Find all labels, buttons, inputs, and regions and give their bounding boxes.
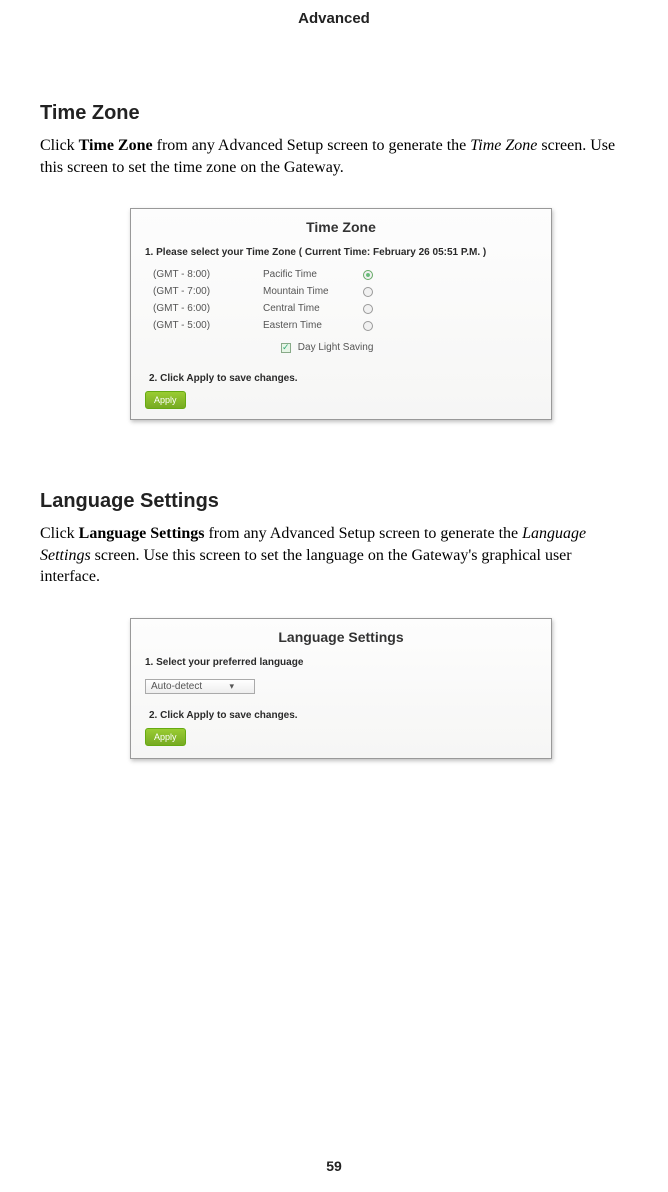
panel-title: Time Zone <box>131 209 551 243</box>
timezone-row: (GMT - 8:00) Pacific Time <box>131 266 551 283</box>
language-select[interactable]: Auto-detect ▾ <box>145 679 255 694</box>
panel-title: Language Settings <box>131 619 551 653</box>
language-settings-panel: Language Settings 1. Select your preferr… <box>130 618 552 759</box>
page-content: Time Zone Click Time Zone from any Advan… <box>0 102 668 759</box>
time-zone-step2: 2. Click Apply to save changes. <box>131 363 551 390</box>
apply-button[interactable]: Apply <box>145 728 186 746</box>
timezone-row: (GMT - 6:00) Central Time <box>131 300 551 317</box>
timezone-gmt: (GMT - 5:00) <box>153 320 263 331</box>
timezone-label: Central Time <box>263 303 363 314</box>
time-zone-heading: Time Zone <box>40 102 628 125</box>
daylight-checkbox[interactable] <box>281 343 291 353</box>
timezone-gmt: (GMT - 6:00) <box>153 303 263 314</box>
language-step1: 1. Select your preferred language <box>131 653 551 676</box>
timezone-row: (GMT - 5:00) Eastern Time <box>131 317 551 334</box>
text-fragment: Click <box>40 137 79 154</box>
text-fragment: screen. Use this screen to set the langu… <box>40 547 572 586</box>
time-zone-step1: 1. Please select your Time Zone ( Curren… <box>131 243 551 266</box>
daylight-label: Day Light Saving <box>298 342 374 353</box>
text-bold: Time Zone <box>79 137 153 154</box>
language-step2: 2. Click Apply to save changes. <box>131 700 551 727</box>
timezone-gmt: (GMT - 8:00) <box>153 269 263 280</box>
timezone-radio[interactable] <box>363 321 373 331</box>
timezone-gmt: (GMT - 7:00) <box>153 286 263 297</box>
time-zone-panel: Time Zone 1. Please select your Time Zon… <box>130 208 552 420</box>
text-fragment: from any Advanced Setup screen to genera… <box>153 137 471 154</box>
page-number: 59 <box>0 1158 668 1174</box>
text-bold: Language Settings <box>79 525 205 542</box>
timezone-row: (GMT - 7:00) Mountain Time <box>131 283 551 300</box>
text-fragment: Click <box>40 525 79 542</box>
page-header: Advanced <box>0 0 668 27</box>
timezone-radio[interactable] <box>363 287 373 297</box>
language-settings-heading: Language Settings <box>40 490 628 513</box>
daylight-saving-row: Day Light Saving <box>131 334 551 363</box>
timezone-radio[interactable] <box>363 304 373 314</box>
chevron-down-icon: ▾ <box>229 681 234 692</box>
apply-button[interactable]: Apply <box>145 391 186 409</box>
text-fragment: from any Advanced Setup screen to genera… <box>204 525 522 542</box>
timezone-label: Mountain Time <box>263 286 363 297</box>
language-settings-paragraph: Click Language Settings from any Advance… <box>40 523 628 588</box>
language-select-value: Auto-detect <box>151 681 202 692</box>
text-italic: Time Zone <box>470 137 537 154</box>
timezone-label: Eastern Time <box>263 320 363 331</box>
timezone-label: Pacific Time <box>263 269 363 280</box>
timezone-radio[interactable] <box>363 270 373 280</box>
time-zone-paragraph: Click Time Zone from any Advanced Setup … <box>40 135 628 178</box>
